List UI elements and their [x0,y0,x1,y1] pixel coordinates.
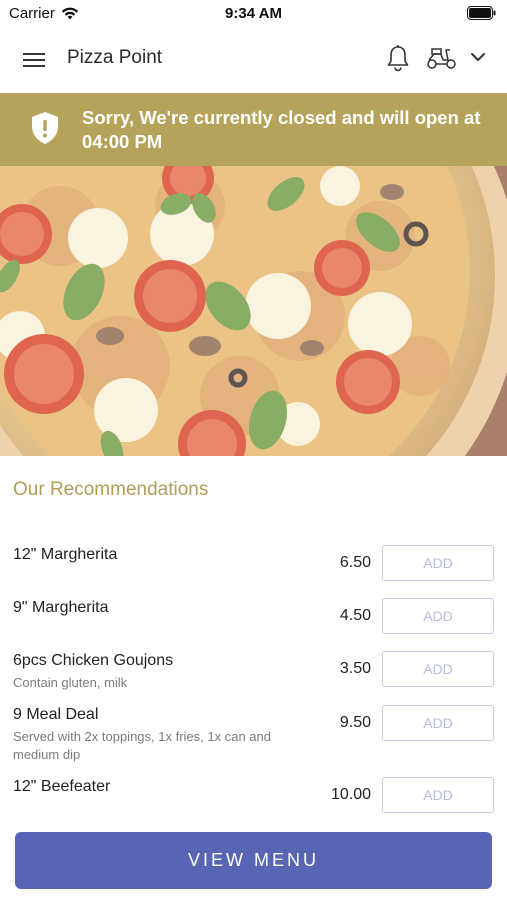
scooter-icon[interactable] [426,46,458,70]
hero-pizza-image [0,166,507,456]
add-button[interactable]: ADD [382,598,494,634]
add-button[interactable]: ADD [382,545,494,581]
add-button[interactable]: ADD [382,705,494,741]
bell-icon[interactable] [385,44,411,72]
closed-banner: Sorry, We're currently closed and will o… [0,93,507,166]
item-name: 9" Margherita [13,599,109,616]
item-name: 9 Meal Deal [13,706,99,723]
hamburger-menu-icon[interactable] [20,48,48,72]
add-button[interactable]: ADD [382,777,494,813]
item-description: Served with 2x toppings, 1x fries, 1x ca… [13,729,271,762]
item-description: Contain gluten, milk [13,675,128,690]
shield-alert-icon [32,112,58,144]
item-name: 6pcs Chicken Goujons [13,652,174,669]
item-price: 3.50 [339,660,371,677]
item-price: 6.50 [339,554,371,571]
battery-icon [467,6,496,20]
view-menu-button[interactable]: VIEW MENU [15,832,492,889]
chevron-down-icon[interactable] [469,50,487,64]
item-name: 12" Beefeater [13,778,111,795]
add-button[interactable]: ADD [382,651,494,687]
status-time: 9:34 AM [225,5,282,22]
status-bar: Carrier 9:34 AM [0,0,507,28]
item-price: 9.50 [339,714,371,731]
page-title: Pizza Point [67,47,163,68]
item-price: 4.50 [339,607,371,624]
closed-message: Sorry, We're currently closed and will o… [82,107,481,152]
item-price: 10.00 [330,786,371,803]
app-header: Pizza Point [0,28,507,92]
item-name: 12" Margherita [13,546,118,563]
recommendations-title: Our Recommendations [13,479,209,500]
